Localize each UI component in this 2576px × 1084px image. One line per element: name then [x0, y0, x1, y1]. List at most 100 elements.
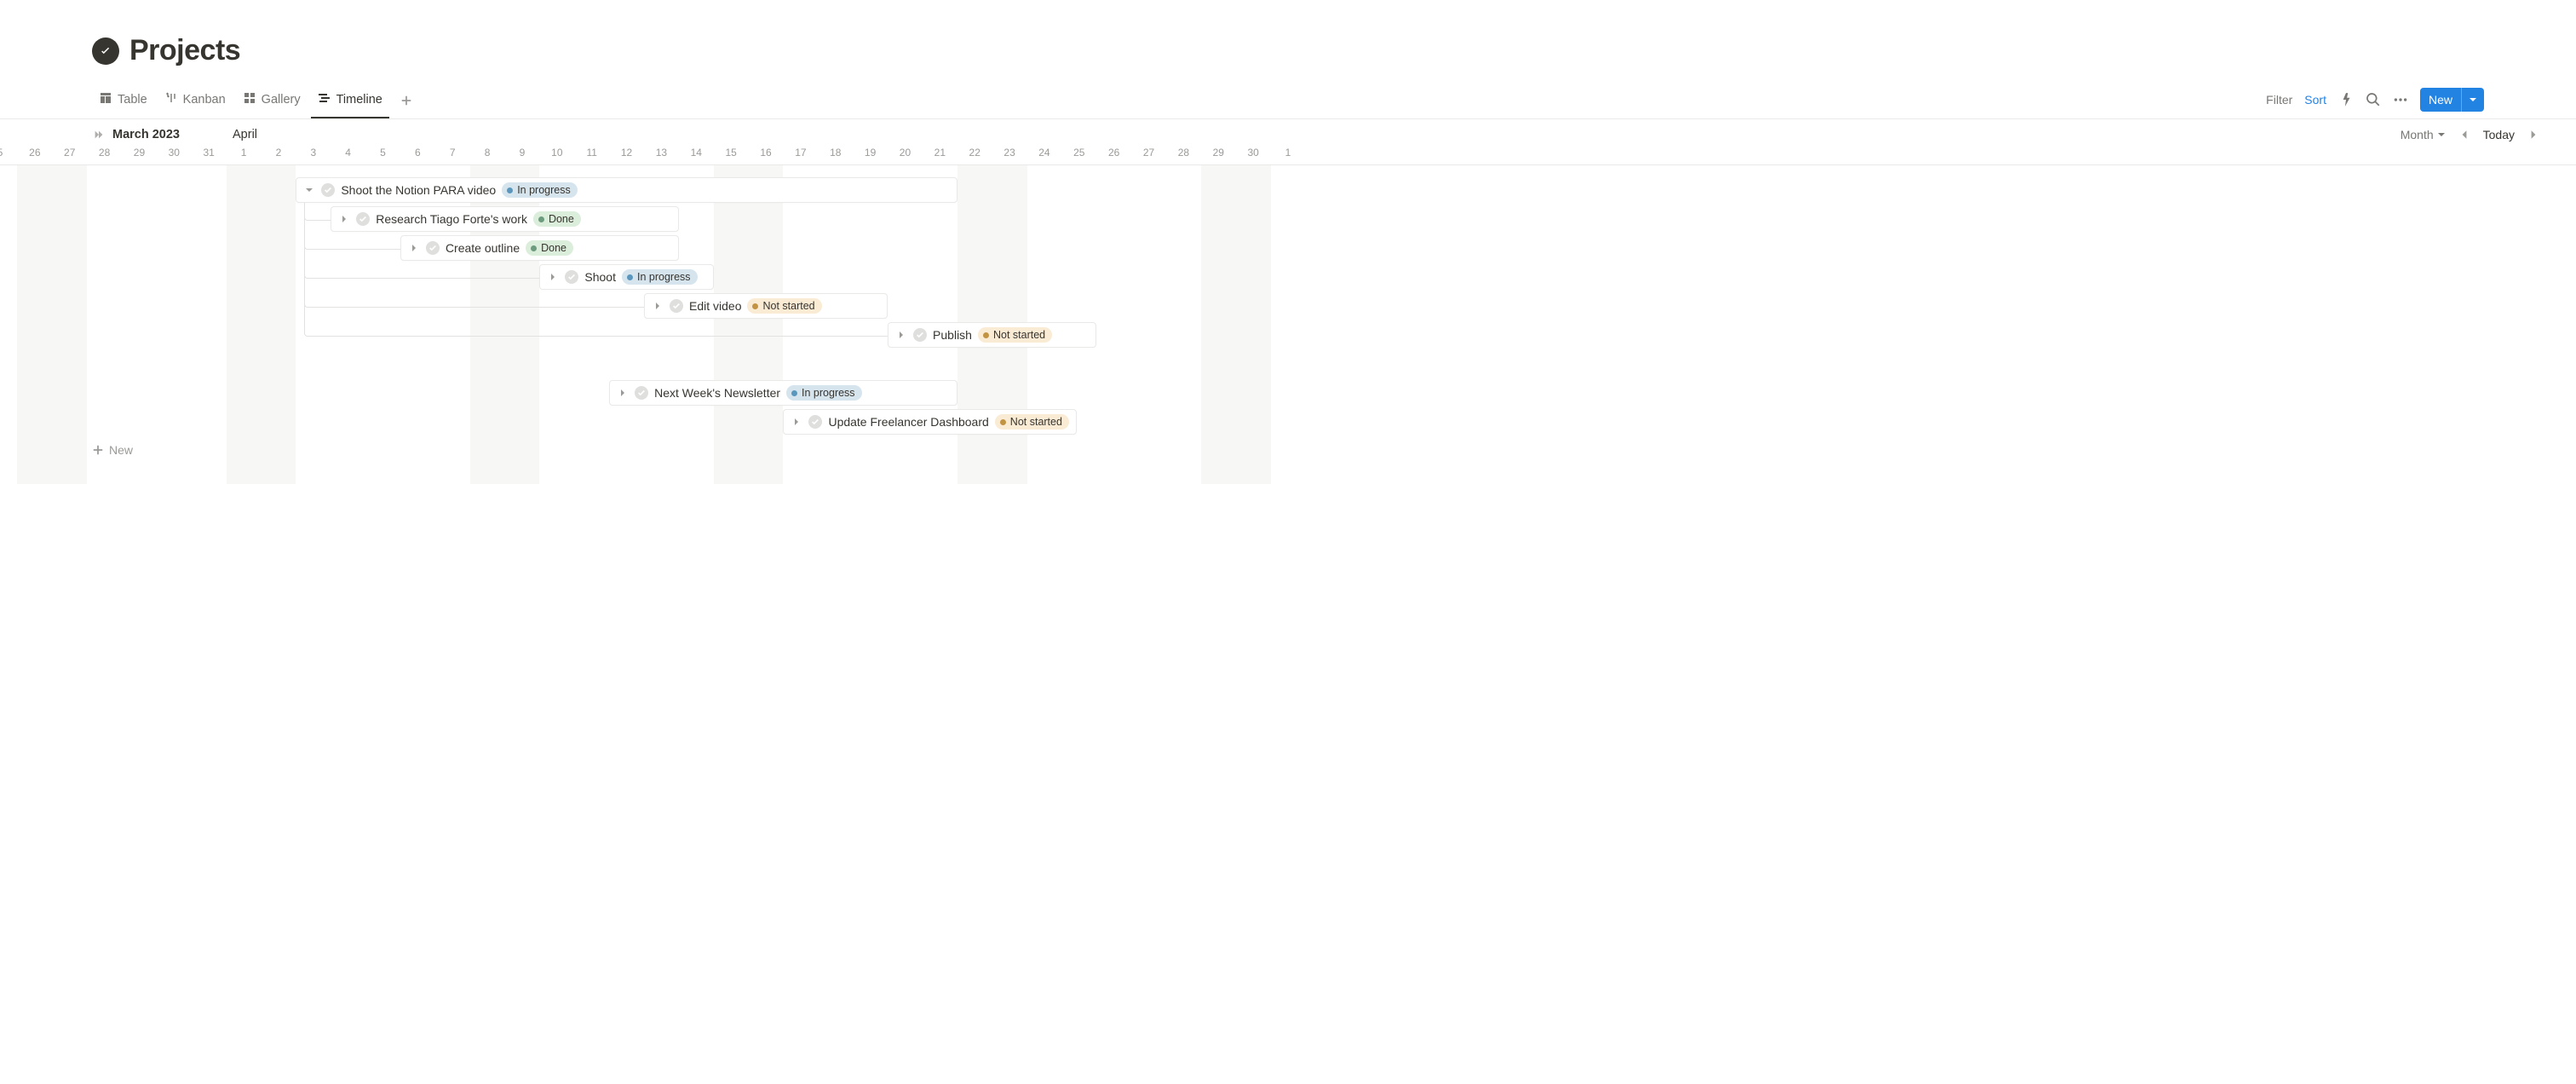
timeline-month-primary: March 2023 [112, 128, 180, 141]
expand-icon[interactable] [617, 387, 629, 399]
task-bar[interactable]: Next Week's NewsletterIn progress [609, 380, 957, 406]
status-badge: Done [533, 211, 581, 227]
day-label: 8 [485, 147, 491, 159]
expand-icon[interactable] [338, 213, 350, 225]
kanban-icon [164, 91, 178, 108]
day-label: 30 [169, 147, 180, 159]
day-label: 28 [1178, 147, 1189, 159]
tab-label: Table [118, 93, 147, 107]
page-icon [92, 37, 119, 65]
tab-table[interactable]: Table [92, 86, 154, 118]
expand-icon[interactable] [408, 242, 420, 254]
expand-sidebar-icon[interactable] [92, 128, 106, 141]
status-dot-icon [983, 332, 989, 338]
checkmark-icon[interactable] [670, 299, 683, 313]
task-title: Create outline [446, 241, 520, 255]
timeline-scale-label: Month [2401, 128, 2434, 141]
new-button-dropdown[interactable] [2461, 88, 2484, 112]
status-label: In progress [637, 271, 691, 283]
status-label: Not started [993, 329, 1045, 341]
task-title: Research Tiago Forte's work [376, 212, 527, 226]
task-title: Update Freelancer Dashboard [828, 415, 988, 429]
status-label: Not started [1010, 416, 1062, 428]
day-label: 30 [1247, 147, 1258, 159]
status-label: In progress [517, 184, 571, 196]
day-label: 17 [795, 147, 806, 159]
day-label: 1 [1285, 147, 1291, 159]
tab-kanban[interactable]: Kanban [158, 86, 233, 118]
checkmark-icon[interactable] [321, 183, 335, 197]
filter-button[interactable]: Filter [2266, 93, 2292, 107]
day-label: 24 [1038, 147, 1049, 159]
task-bar[interactable]: Update Freelancer Dashboard Not started [783, 409, 1076, 435]
expand-icon[interactable] [895, 329, 907, 341]
expand-icon[interactable] [791, 416, 802, 428]
task-bar[interactable]: Publish Not started [888, 322, 1096, 348]
day-label: 25 [1073, 147, 1084, 159]
new-button[interactable]: New [2420, 88, 2484, 112]
status-badge: Done [526, 240, 573, 256]
day-label: 13 [656, 147, 667, 159]
weekend-shade [17, 165, 87, 484]
day-label: 28 [99, 147, 110, 159]
tab-label: Timeline [336, 93, 382, 107]
tab-timeline[interactable]: Timeline [311, 86, 389, 118]
more-icon[interactable] [2393, 92, 2408, 107]
sort-button[interactable]: Sort [2304, 93, 2326, 107]
checkmark-icon[interactable] [808, 415, 822, 429]
status-dot-icon [507, 187, 513, 193]
status-dot-icon [791, 390, 797, 396]
task-bar[interactable]: ShootIn progress [539, 264, 713, 290]
weekend-shade [227, 165, 296, 484]
day-label: 29 [1213, 147, 1224, 159]
timeline-month-secondary: April [233, 128, 257, 141]
day-label: 21 [934, 147, 946, 159]
timeline-body[interactable]: Shoot the Notion PARA video In progress Re… [0, 165, 2576, 484]
day-label: 29 [134, 147, 145, 159]
day-label: 5 [380, 147, 386, 159]
search-icon[interactable] [2366, 92, 2381, 107]
weekend-shade [714, 165, 784, 484]
collapse-icon[interactable] [303, 184, 315, 196]
status-dot-icon [1000, 419, 1006, 425]
day-label: 14 [691, 147, 702, 159]
task-bar[interactable]: Shoot the Notion PARA video In progress [296, 177, 957, 203]
day-label: 10 [551, 147, 562, 159]
tree-connector [309, 278, 539, 279]
task-bar[interactable]: Research Tiago Forte's work Done [331, 206, 679, 232]
status-badge: In progress [786, 385, 862, 401]
task-title: Edit video [689, 299, 741, 313]
automations-icon[interactable] [2338, 92, 2354, 107]
tab-label: Gallery [262, 93, 301, 107]
task-title: Publish [933, 328, 972, 342]
day-label: 2 [276, 147, 282, 159]
timeline-scale-selector[interactable]: Month [2401, 128, 2446, 141]
checkmark-icon[interactable] [426, 241, 440, 255]
add-task-button[interactable]: New [92, 443, 133, 457]
expand-icon[interactable] [547, 271, 559, 283]
day-label: 3 [310, 147, 316, 159]
checkmark-icon[interactable] [635, 386, 648, 400]
day-label: 18 [830, 147, 841, 159]
page-title: Projects [129, 34, 240, 67]
timeline-today-button[interactable]: Today [2483, 128, 2515, 141]
tab-gallery[interactable]: Gallery [236, 86, 308, 118]
checkmark-icon[interactable] [565, 270, 578, 284]
new-button-label: New [2420, 93, 2461, 107]
add-view-button[interactable] [396, 90, 417, 111]
status-label: In progress [802, 387, 855, 399]
table-icon [99, 91, 112, 108]
task-bar[interactable]: Edit videoNot started [644, 293, 888, 319]
task-title: Shoot the Notion PARA video [341, 183, 496, 197]
expand-icon[interactable] [652, 300, 664, 312]
timeline-icon [318, 91, 331, 108]
tree-connector [304, 203, 305, 332]
day-label: 26 [29, 147, 40, 159]
checkmark-icon[interactable] [913, 328, 927, 342]
day-label: 16 [760, 147, 771, 159]
task-bar[interactable]: Create outline Done [400, 235, 679, 261]
timeline-next-button[interactable] [2525, 130, 2542, 140]
status-badge: In progress [622, 269, 698, 285]
checkmark-icon[interactable] [356, 212, 370, 226]
timeline-prev-button[interactable] [2456, 130, 2473, 140]
